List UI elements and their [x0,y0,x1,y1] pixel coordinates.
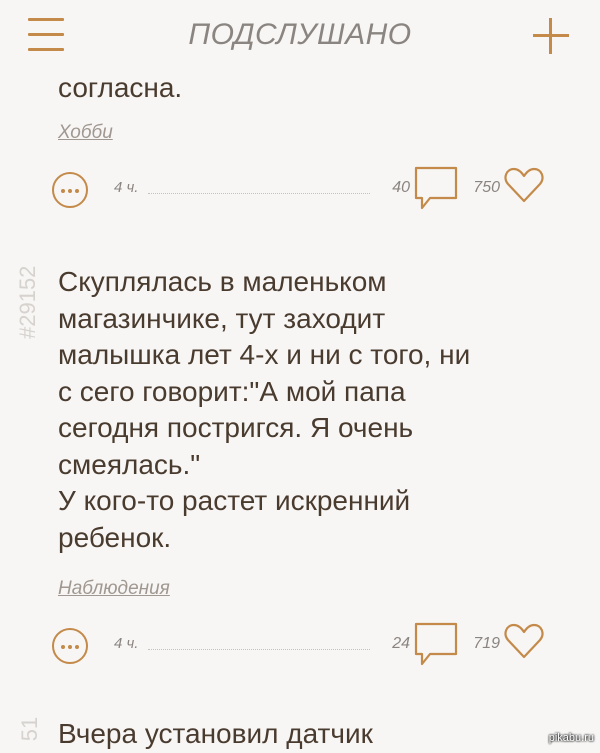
post-text: Вчера установил датчик [58,718,373,749]
post-meta-bar: 4 ч. 40 750 [0,166,600,212]
post-line: смеялась." [58,448,201,480]
comment-icon[interactable] [414,165,458,211]
post-line: Скуплялась в маленьком [58,266,387,297]
post-time: 4 ч. [114,635,139,652]
watermark: pikabu.ru [548,732,594,744]
post-line: магазинчике, тут заходит [58,302,386,334]
post-line: ребенок. [58,521,172,553]
post-line: с сего говорит:"А мой папа [58,375,406,407]
post-number: #29152 [15,265,40,339]
post-time: 4 ч. [114,179,139,196]
like-count: 750 [473,179,500,196]
menu-icon[interactable] [28,16,64,54]
divider [148,649,370,650]
like-count: 719 [473,635,500,652]
post-line: малышка лет 4-х и ни с того, ни [58,339,471,370]
more-options-button[interactable] [52,628,88,664]
post-number: 51 [17,716,43,742]
app-title: ПОДСЛУШАНО [188,18,412,51]
comment-count: 24 [392,635,410,652]
top-bar: ПОДСЛУШАНО [0,0,600,72]
divider [148,193,370,194]
post-tag-link[interactable]: Наблюдения [58,578,170,600]
post-text: Скуплялась в маленьком магазинчике, тут … [58,264,528,556]
post-text: согласна. [58,72,183,103]
post-line: У кого-то растет искренний [58,485,411,516]
heart-icon[interactable] [504,622,544,660]
post-meta-bar: 4 ч. 24 719 [0,622,600,668]
heart-icon[interactable] [504,166,544,204]
post-line: сегодня постригся. Я очень [58,412,414,443]
more-options-button[interactable] [52,172,88,208]
post-tag-link[interactable]: Хобби [58,122,113,144]
comment-count: 40 [392,179,410,196]
add-post-icon[interactable] [533,18,569,54]
comment-icon[interactable] [414,621,458,667]
